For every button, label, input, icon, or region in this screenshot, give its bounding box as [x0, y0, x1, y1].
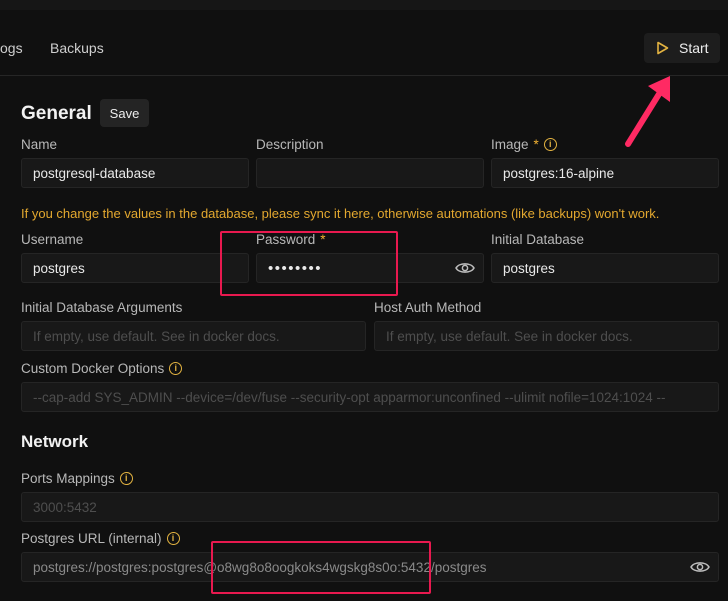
tab-divider: [0, 75, 728, 76]
save-button[interactable]: Save: [100, 99, 149, 127]
name-label: Name: [21, 137, 58, 152]
initial-database-label: Initial Database: [491, 232, 585, 247]
initdb-args-label: Initial Database Arguments: [21, 300, 183, 315]
custom-docker-label: Custom Docker Options i: [21, 361, 183, 376]
image-input[interactable]: postgres:16-alpine: [491, 158, 719, 188]
ports-label: Ports Mappings i: [21, 471, 133, 486]
ports-input[interactable]: 3000:5432: [21, 492, 719, 522]
description-label: Description: [256, 137, 324, 152]
show-password-eye-icon[interactable]: [455, 261, 475, 275]
info-icon[interactable]: i: [166, 532, 180, 545]
password-highlight-box: [220, 231, 398, 296]
info-icon[interactable]: i: [169, 362, 183, 375]
host-auth-input[interactable]: If empty, use default. See in docker doc…: [374, 321, 719, 351]
info-icon[interactable]: i: [543, 138, 557, 151]
initdb-args-input[interactable]: If empty, use default. See in docker doc…: [21, 321, 366, 351]
required-marker: *: [533, 137, 539, 152]
name-input[interactable]: postgresql-database: [21, 158, 249, 188]
postgres-url-internal-label: Postgres URL (internal) i: [21, 531, 180, 546]
username-label: Username: [21, 232, 84, 247]
initial-database-input[interactable]: postgres: [491, 253, 719, 283]
info-icon[interactable]: i: [119, 472, 133, 485]
start-button[interactable]: Start: [644, 33, 720, 63]
description-input[interactable]: [256, 158, 484, 188]
url-highlight-box: [211, 541, 431, 594]
show-url-eye-icon[interactable]: [690, 560, 710, 574]
network-section-title: Network: [21, 432, 89, 451]
host-auth-label: Host Auth Method: [374, 300, 482, 315]
image-label: Image * i: [491, 137, 557, 152]
top-strip: [0, 0, 728, 10]
username-input[interactable]: postgres: [21, 253, 249, 283]
red-arrow-annotation: [625, 76, 670, 147]
tab-bar: ogs Backups: [0, 30, 728, 74]
tab-backups[interactable]: Backups: [50, 40, 104, 56]
start-label: Start: [679, 40, 709, 56]
general-section-title: General: [21, 103, 92, 124]
tab-logs[interactable]: ogs: [0, 40, 23, 56]
play-icon: [657, 41, 669, 55]
sync-warning: If you change the values in the database…: [21, 206, 660, 221]
custom-docker-input[interactable]: --cap-add SYS_ADMIN --device=/dev/fuse -…: [21, 382, 719, 412]
